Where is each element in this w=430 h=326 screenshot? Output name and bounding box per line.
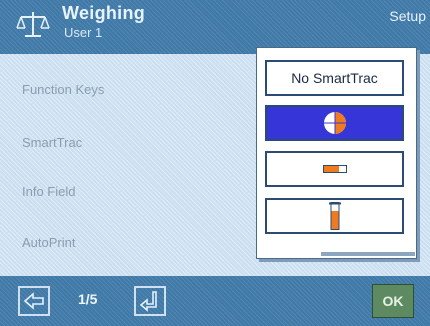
header-bar: Weighing User 1 Setup [0,0,430,54]
circle-smarttrac-icon [323,112,346,134]
page-title: Weighing [62,3,146,23]
user-label: User 1 [64,25,103,40]
option-no-smarttrac-label: No SmartTrac [291,70,378,86]
previous-page-button[interactable] [18,286,50,316]
option-horizontal-smarttrac[interactable] [265,151,404,187]
horizontal-bar-smarttrac-icon [322,165,347,173]
menu-item-autoprint[interactable]: AutoPrint [22,235,75,250]
page-indicator: 1/5 [78,291,98,307]
section-label: Setup [389,8,426,24]
arrow-left-icon [23,292,44,310]
option-circle-smarttrac[interactable] [265,105,404,141]
ok-button[interactable]: OK [372,284,414,318]
menu-item-info-field[interactable]: Info Field [22,184,75,199]
option-vertical-smarttrac[interactable] [265,198,404,234]
weighing-setup-screen: Weighing User 1 Setup Function Keys Smar… [0,0,430,326]
balance-scale-icon [16,12,50,37]
popup-bottom-shade [321,252,415,256]
next-page-button[interactable] [134,286,166,316]
menu-item-smarttrac[interactable]: SmartTrac [22,135,82,150]
smarttrac-options-popup: No SmartTrac [256,47,417,259]
footer-bar: 1/5 OK [0,276,430,326]
vertical-bar-smarttrac-icon [328,202,341,230]
arrow-down-left-icon [139,291,157,312]
menu-item-function-keys[interactable]: Function Keys [22,82,104,97]
option-no-smarttrac[interactable]: No SmartTrac [265,60,404,96]
